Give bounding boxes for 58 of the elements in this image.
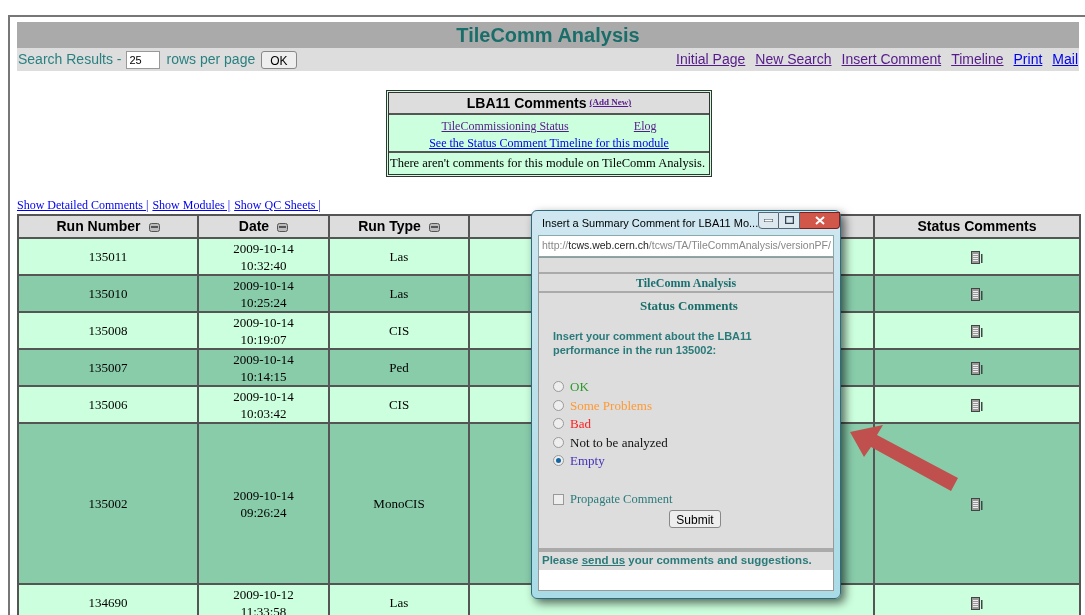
- sort-icon[interactable]: [428, 222, 440, 232]
- option-label[interactable]: Empty: [570, 451, 605, 471]
- column-header[interactable]: Date: [198, 215, 329, 238]
- footer-text: Please send us your comments and suggestions.: [542, 553, 812, 569]
- view-link[interactable]: Show Detailed Comments |: [17, 199, 149, 211]
- notepad-icon[interactable]: [971, 498, 983, 512]
- submit-button[interactable]: Submit: [669, 509, 721, 528]
- notepad-icon[interactable]: [971, 251, 983, 265]
- address-field[interactable]: http://tcws.web.cern.ch/tcws/TA/TileCommAnalysis/versionPF/: [538, 235, 834, 257]
- radio-button[interactable]: [553, 455, 564, 467]
- timeline-link[interactable]: See the Status Comment Timeline for this module: [429, 134, 669, 151]
- table-cell: 134690: [18, 584, 198, 615]
- radio-button[interactable]: [553, 436, 564, 448]
- notepad-icon[interactable]: [971, 399, 983, 413]
- popup-title: Insert a Summary Comment for LBA11 Mo...: [542, 215, 759, 231]
- column-header[interactable]: Status Comments: [874, 215, 1080, 238]
- notepad-icon[interactable]: [971, 325, 983, 339]
- maximize-button[interactable]: [779, 211, 801, 229]
- minimize-button[interactable]: [758, 211, 780, 229]
- column-header[interactable]: Run Type: [329, 215, 469, 238]
- nav-link[interactable]: Timeline: [951, 49, 1004, 70]
- sort-icon[interactable]: [148, 222, 160, 232]
- no-comments-message: There aren't comments for this module on TileComm Analysis.: [390, 155, 706, 173]
- column-header[interactable]: Run Number: [18, 215, 198, 238]
- option-label[interactable]: Not to be analyzed: [570, 432, 668, 452]
- comments-box-title: LBA11 Comments: [466, 93, 587, 113]
- checkbox[interactable]: [553, 493, 564, 505]
- nav-link[interactable]: Initial Page: [676, 49, 746, 70]
- ok-button[interactable]: OK: [261, 50, 297, 69]
- radio-button[interactable]: [553, 418, 564, 430]
- status-comments-heading: Status Comments: [640, 297, 738, 315]
- radio-button[interactable]: [553, 399, 564, 411]
- close-button[interactable]: [800, 211, 841, 229]
- app-title: TileComm Analysis: [635, 274, 737, 292]
- page-title: TileComm Analysis: [456, 23, 640, 48]
- rows-per-page-label: rows per page: [166, 50, 256, 69]
- comments-box-link[interactable]: TileCommissioning Status: [441, 117, 569, 134]
- propagate-label[interactable]: Propagate Comment: [570, 490, 673, 509]
- maximize-icon: [784, 216, 794, 224]
- send-us-link[interactable]: send us: [581, 554, 626, 567]
- close-icon: [814, 215, 825, 225]
- notepad-icon[interactable]: [971, 597, 983, 611]
- view-link[interactable]: Show Modules |: [152, 199, 231, 211]
- search-results-label: Search Results -: [18, 50, 122, 69]
- comments-box-link[interactable]: Elog: [633, 117, 657, 134]
- nav-link[interactable]: New Search: [755, 49, 832, 70]
- sort-icon[interactable]: [277, 222, 289, 232]
- notepad-icon[interactable]: [971, 288, 983, 302]
- view-link[interactable]: Show QC Sheets |: [234, 199, 321, 211]
- minimize-icon: [764, 218, 774, 222]
- nav-link[interactable]: Mail: [1052, 49, 1078, 70]
- comment-prompt: Insert your comment about the LBA11 performance in the run 135002:: [553, 328, 753, 357]
- nav-link[interactable]: Insert Comment: [841, 49, 942, 70]
- add-new-link[interactable]: (Add New): [589, 96, 632, 110]
- rows-per-page-field[interactable]: 25: [126, 50, 161, 69]
- radio-button[interactable]: [553, 381, 564, 393]
- notepad-icon[interactable]: [971, 362, 983, 376]
- nav-link[interactable]: Print: [1013, 49, 1043, 70]
